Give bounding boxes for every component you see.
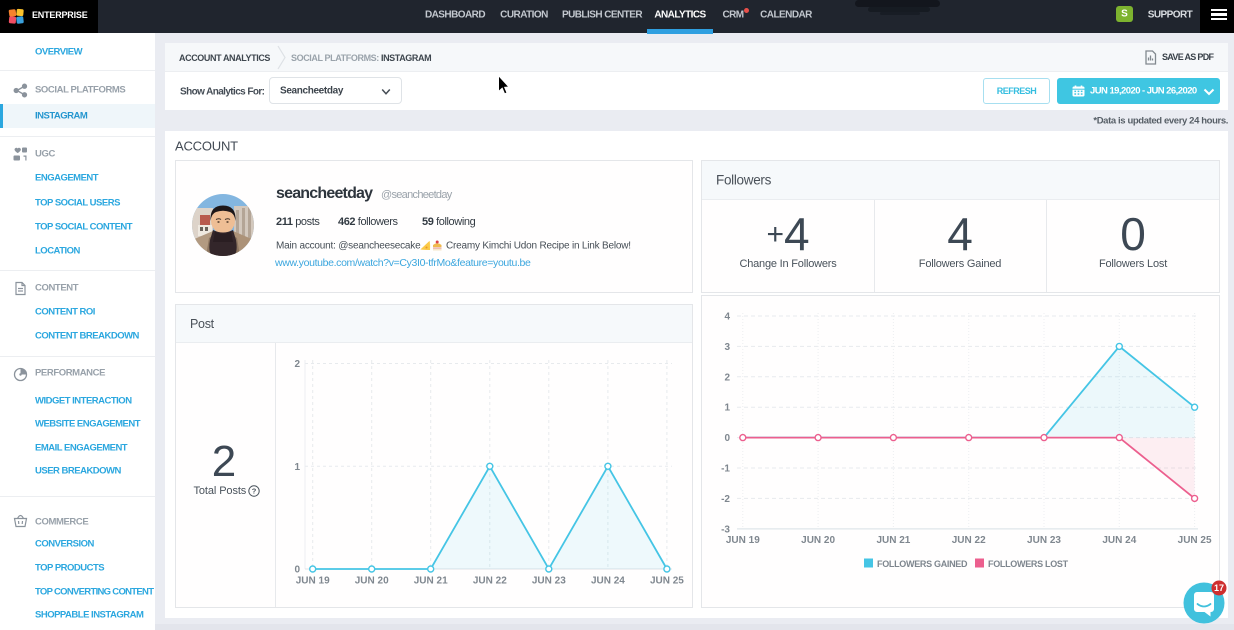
svg-text:3: 3 xyxy=(724,342,730,353)
svg-text:JUN 25: JUN 25 xyxy=(650,576,684,587)
svg-text:JUN 24: JUN 24 xyxy=(1102,535,1136,546)
svg-text:JUN 23: JUN 23 xyxy=(532,576,566,587)
svg-text:JUN 24: JUN 24 xyxy=(591,576,625,587)
svg-text:0: 0 xyxy=(724,433,730,444)
svg-text:JUN 25: JUN 25 xyxy=(1178,535,1212,546)
svg-text:-1: -1 xyxy=(721,464,730,475)
svg-text:FOLLOWERS LOST: FOLLOWERS LOST xyxy=(988,559,1069,569)
svg-text:JUN 23: JUN 23 xyxy=(1027,535,1061,546)
svg-text:17: 17 xyxy=(1214,583,1224,593)
svg-text:JUN 19: JUN 19 xyxy=(726,535,760,546)
svg-text:JUN 19: JUN 19 xyxy=(296,576,330,587)
svg-text:-2: -2 xyxy=(721,494,730,505)
svg-text:JUN 22: JUN 22 xyxy=(952,535,986,546)
svg-text:2: 2 xyxy=(294,359,300,370)
svg-text:JUN 21: JUN 21 xyxy=(876,535,910,546)
svg-text:JUN 20: JUN 20 xyxy=(355,576,389,587)
svg-text:2: 2 xyxy=(724,372,730,383)
svg-text:JUN 22: JUN 22 xyxy=(473,576,507,587)
svg-text:1: 1 xyxy=(294,462,300,473)
svg-text:4: 4 xyxy=(724,312,730,323)
svg-text:0: 0 xyxy=(294,565,300,576)
svg-text:-3: -3 xyxy=(721,524,730,535)
svg-text:FOLLOWERS GAINED: FOLLOWERS GAINED xyxy=(877,559,968,569)
svg-text:JUN 21: JUN 21 xyxy=(414,576,448,587)
svg-text:1: 1 xyxy=(724,403,730,414)
svg-text:JUN 20: JUN 20 xyxy=(801,535,835,546)
